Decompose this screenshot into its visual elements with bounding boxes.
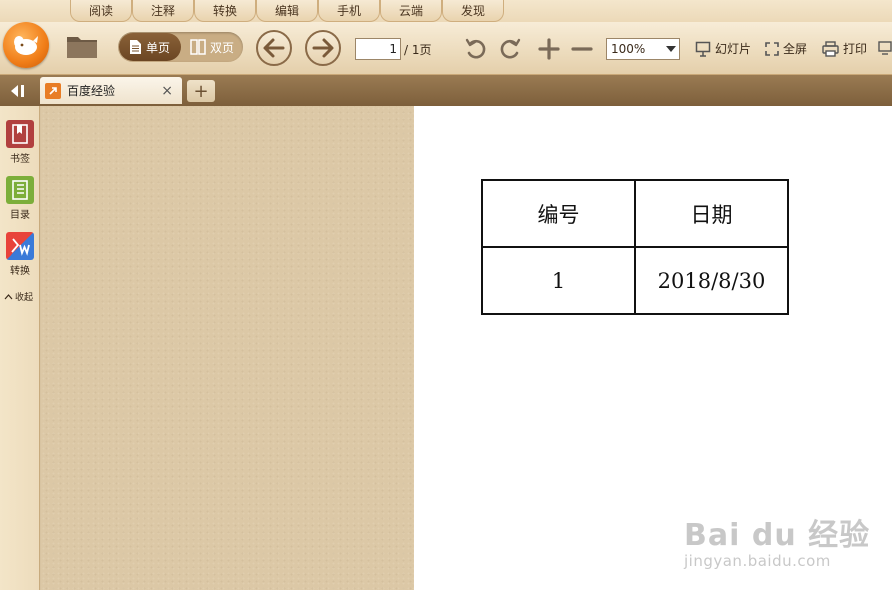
chevron-down-icon — [666, 46, 676, 52]
table-cell: 1 — [481, 246, 636, 315]
collapse-label: 收起 — [15, 293, 34, 303]
single-page-label: 单页 — [146, 40, 171, 55]
minus-icon — [571, 47, 593, 51]
chevron-up-icon — [4, 293, 13, 299]
more-tools-icon — [878, 41, 892, 55]
sidebar-item-label: 转换 — [10, 266, 30, 277]
toc-icon — [6, 176, 34, 204]
view-mode-toggle: 单页 双页 — [118, 32, 243, 62]
document-icon — [45, 82, 61, 99]
tab-title: 百度经验 — [67, 84, 116, 98]
rotate-left-button[interactable] — [463, 36, 489, 62]
arrow-left-icon — [263, 38, 285, 58]
document-table: 编号 日期 1 2018/8/30 — [481, 179, 789, 315]
sidebar: 书签 目录 转换 收起 — [0, 106, 40, 590]
menu-tab-cloud[interactable]: 云端 — [380, 0, 442, 22]
prev-page-button[interactable] — [256, 30, 292, 66]
menu-tab-edit[interactable]: 编辑 — [256, 0, 318, 22]
fullscreen-button[interactable]: 全屏 — [765, 40, 807, 57]
app-logo-icon[interactable] — [3, 22, 49, 68]
rotate-right-button[interactable] — [497, 36, 523, 62]
next-page-button[interactable] — [305, 30, 341, 66]
single-page-icon — [130, 40, 141, 54]
toolbar: 单页 双页 / 1页 — [0, 22, 892, 75]
watermark-url: jingyan.baidu.com — [684, 552, 831, 570]
table-header-row: 编号 日期 — [481, 179, 789, 248]
printer-icon — [822, 40, 839, 57]
more-tools-button[interactable] — [878, 40, 892, 56]
table-header-cell: 编号 — [481, 179, 636, 248]
table-cell: 2018/8/30 — [634, 246, 789, 315]
bookmark-icon — [6, 120, 34, 148]
table-row: 1 2018/8/30 — [481, 246, 789, 315]
sidebar-item-convert[interactable]: 转换 — [0, 232, 40, 277]
sidebar-collapse-button[interactable]: 收起 — [4, 290, 33, 303]
single-page-button[interactable]: 单页 — [119, 33, 181, 61]
sidebar-item-label: 书签 — [10, 154, 30, 165]
page-number-input[interactable] — [355, 38, 401, 60]
zoom-in-button[interactable] — [536, 36, 562, 62]
arrow-right-icon — [312, 38, 334, 58]
rotate-right-icon — [500, 38, 521, 59]
zoom-value: 100% — [611, 42, 646, 56]
open-folder-icon[interactable] — [65, 32, 99, 60]
double-page-icon — [190, 39, 206, 55]
document-tab-bar: 百度经验 × + — [0, 75, 892, 106]
rotate-left-icon — [465, 38, 486, 59]
slideshow-label: 幻灯片 — [715, 42, 752, 56]
close-icon[interactable]: × — [161, 83, 173, 99]
double-page-label: 双页 — [210, 40, 235, 55]
collapse-left-icon — [11, 85, 24, 97]
slideshow-button[interactable]: 幻灯片 — [695, 40, 751, 57]
menu-tab-mobile[interactable]: 手机 — [318, 0, 380, 22]
sidebar-item-bookmarks[interactable]: 书签 — [0, 120, 40, 165]
zoom-out-button[interactable] — [569, 36, 595, 62]
print-label: 打印 — [843, 42, 868, 56]
menu-tab-annotate[interactable]: 注释 — [132, 0, 194, 22]
sidebar-item-label: 目录 — [10, 210, 30, 221]
double-page-button[interactable]: 双页 — [184, 33, 242, 61]
zoom-select[interactable]: 100% — [606, 38, 680, 60]
fullscreen-icon — [765, 41, 779, 56]
menu-tab-read[interactable]: 阅读 — [70, 0, 132, 22]
print-button[interactable]: 打印 — [822, 40, 867, 57]
menu-tab-convert[interactable]: 转换 — [194, 0, 256, 22]
watermark-logo: Bai du 经验 — [684, 518, 871, 553]
plus-icon — [538, 38, 560, 60]
new-tab-button[interactable]: + — [187, 80, 215, 102]
pdf-to-word-icon — [6, 232, 34, 260]
table-header-cell: 日期 — [634, 179, 789, 248]
fullscreen-label: 全屏 — [783, 42, 808, 56]
menu-tab-discover[interactable]: 发现 — [442, 0, 504, 22]
menu-bar: 阅读 注释 转换 编辑 手机 云端 发现 — [0, 0, 892, 22]
sidebar-item-toc[interactable]: 目录 — [0, 176, 40, 221]
collapse-sidebar-button[interactable] — [5, 81, 31, 101]
tab-document[interactable]: 百度经验 × — [40, 77, 182, 104]
watermark: Bai du 经验 jingyan.baidu.com — [684, 510, 870, 570]
page-total-label: / 1页 — [404, 43, 432, 57]
slideshow-icon — [695, 41, 711, 57]
